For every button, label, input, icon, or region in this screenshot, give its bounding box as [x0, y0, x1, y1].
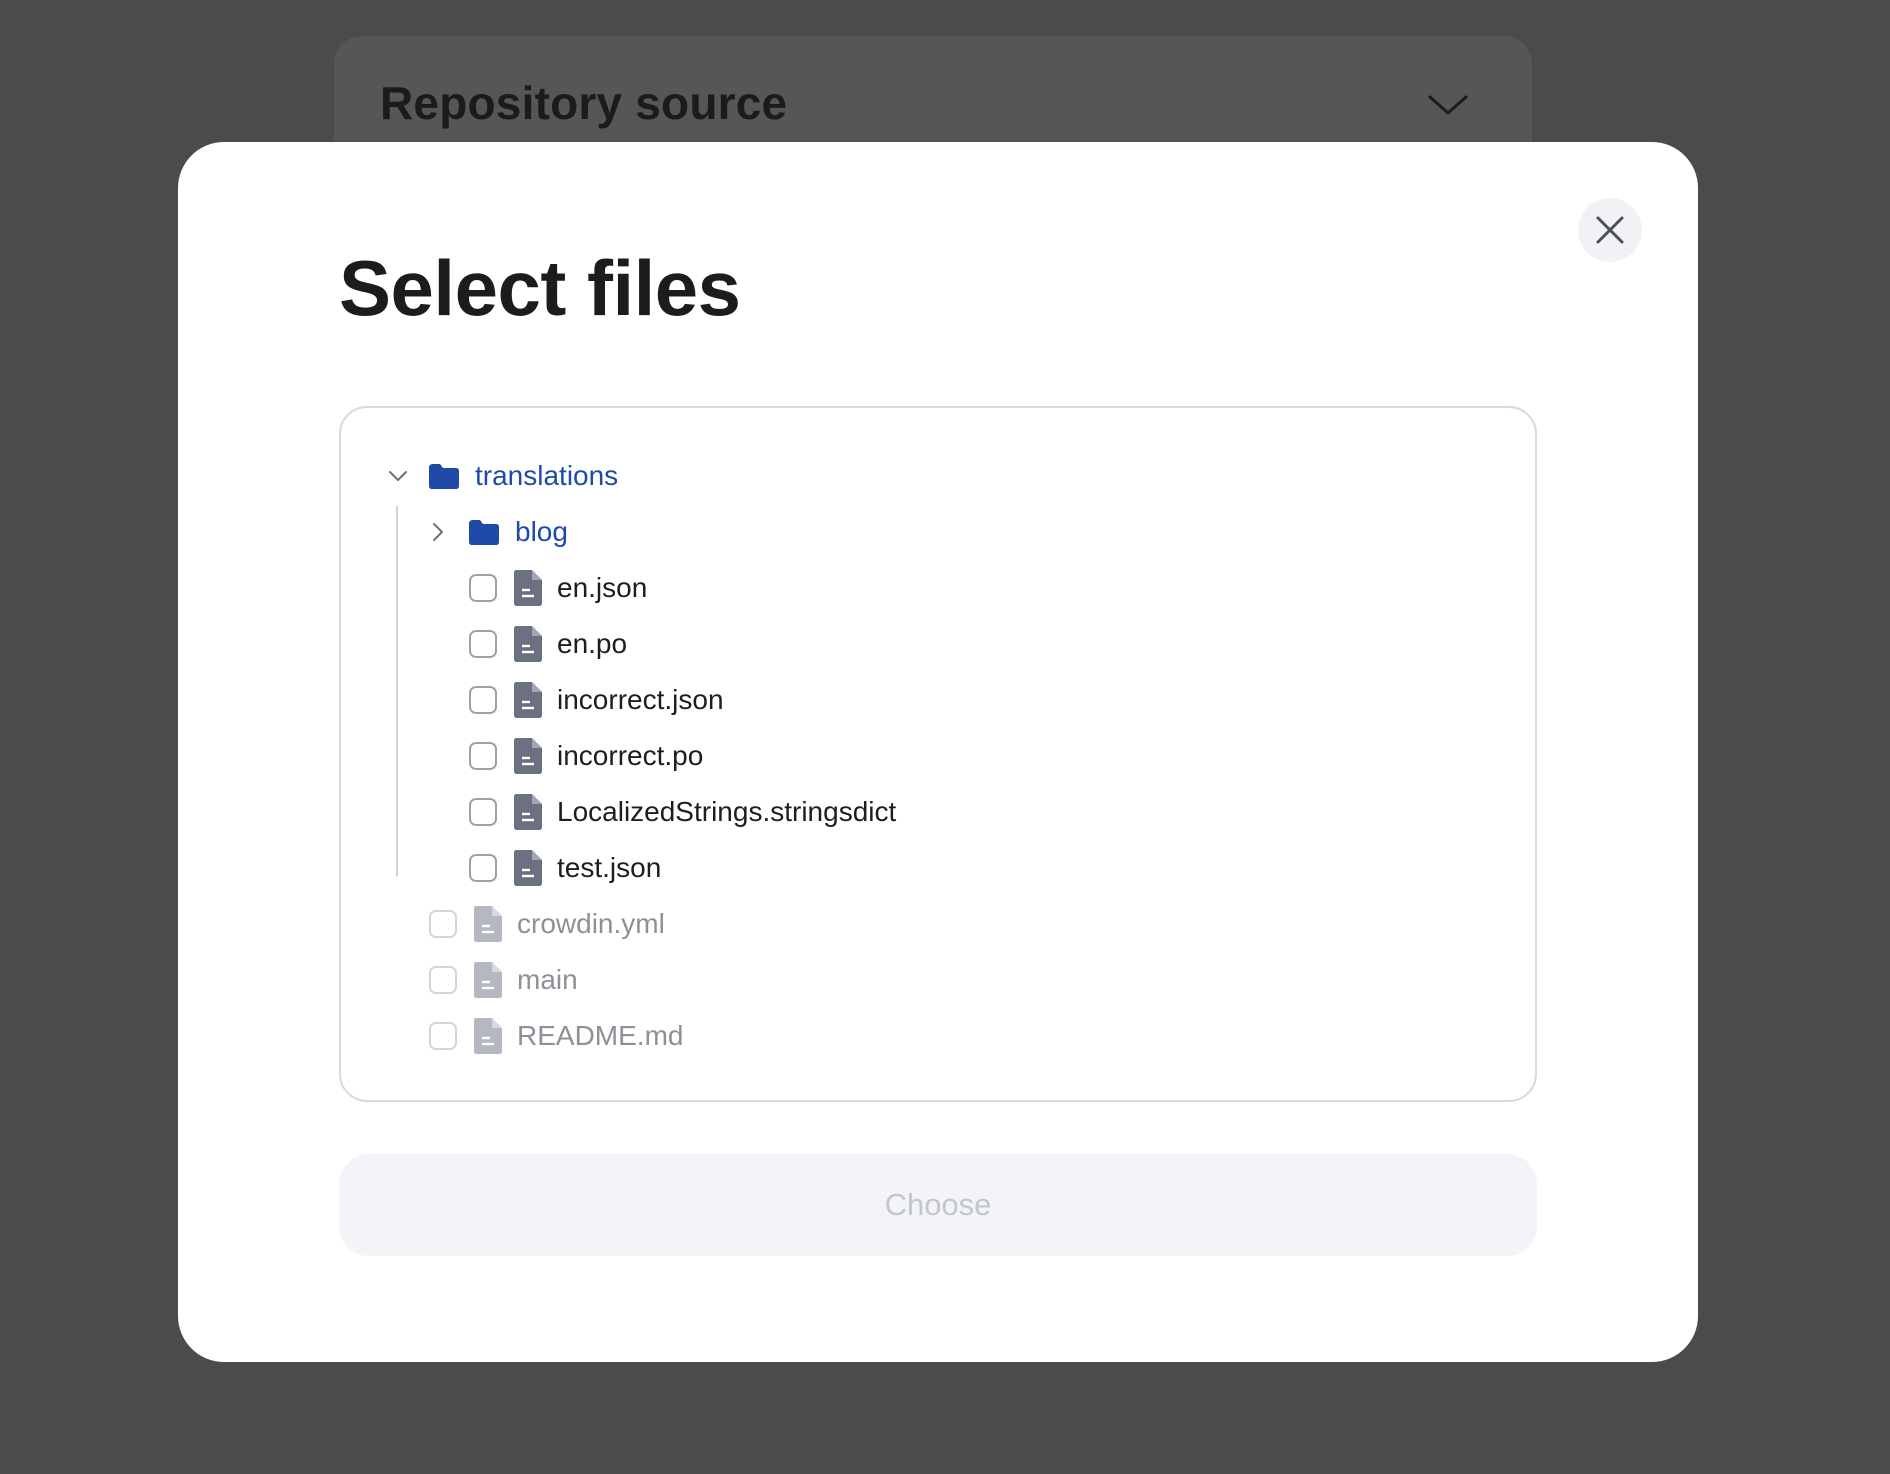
file-checkbox[interactable]: [469, 686, 497, 714]
tree-file[interactable]: test.json: [469, 840, 661, 896]
select-files-modal: Select files translations blog en.json e…: [178, 142, 1698, 1362]
file-checkbox[interactable]: [469, 742, 497, 770]
file-icon: [513, 569, 543, 607]
folder-label: blog: [515, 516, 568, 547]
chevron-down-icon: [1428, 95, 1468, 115]
file-label: test.json: [557, 852, 662, 883]
tree-file[interactable]: LocalizedStrings.stringsdict: [469, 784, 896, 840]
file-label: crowdin.yml: [517, 908, 665, 939]
tree-file[interactable]: en.json: [469, 560, 647, 616]
file-label: README.md: [517, 1020, 684, 1051]
file-icon: [513, 737, 543, 775]
tree-file-disabled[interactable]: crowdin.yml: [429, 896, 665, 952]
file-icon: [513, 849, 543, 887]
folder-toggle[interactable]: [385, 463, 411, 489]
file-icon: [513, 681, 543, 719]
file-label: LocalizedStrings.stringsdict: [557, 796, 897, 827]
chevron-down-icon: [389, 471, 407, 481]
repository-source-title: Repository source: [380, 77, 788, 129]
folder-icon: [427, 461, 461, 491]
file-label: incorrect.po: [557, 740, 704, 771]
file-icon: [513, 625, 543, 663]
choose-button[interactable]: Choose: [339, 1154, 1537, 1256]
file-label: en.json: [557, 572, 648, 603]
close-button[interactable]: [1578, 198, 1642, 262]
tree-folder-blog[interactable]: blog: [425, 504, 568, 560]
file-checkbox[interactable]: [429, 1022, 457, 1050]
file-checkbox[interactable]: [469, 854, 497, 882]
file-checkbox[interactable]: [469, 574, 497, 602]
tree-file[interactable]: incorrect.po: [469, 728, 703, 784]
file-icon: [513, 793, 543, 831]
file-checkbox[interactable]: [469, 630, 497, 658]
file-icon: [473, 905, 503, 943]
tree-file-disabled[interactable]: README.md: [429, 1008, 683, 1064]
file-label: main: [517, 964, 578, 995]
chevron-right-icon: [433, 523, 443, 541]
folder-icon: [467, 517, 501, 547]
file-icon: [473, 1017, 503, 1055]
file-label: en.po: [557, 628, 628, 659]
file-checkbox[interactable]: [429, 966, 457, 994]
tree-folder-translations[interactable]: translations: [385, 448, 618, 504]
modal-title: Select files: [339, 244, 741, 332]
tree-guide-line: [396, 506, 398, 876]
file-label: incorrect.json: [557, 684, 724, 715]
tree-file[interactable]: en.po: [469, 616, 627, 672]
file-checkbox[interactable]: [429, 910, 457, 938]
folder-label: translations: [475, 460, 619, 491]
folder-toggle[interactable]: [425, 519, 451, 545]
tree-file-disabled[interactable]: main: [429, 952, 578, 1008]
file-checkbox[interactable]: [469, 798, 497, 826]
file-icon: [473, 961, 503, 999]
tree-file[interactable]: incorrect.json: [469, 672, 724, 728]
file-tree: translations blog en.json en.po incorrec…: [339, 406, 1537, 1102]
close-icon: [1596, 216, 1624, 244]
